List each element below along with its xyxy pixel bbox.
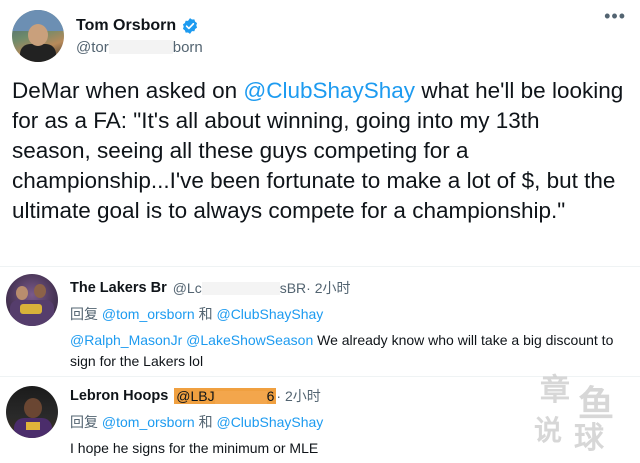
mention-link[interactable]: @ClubShayShay — [216, 414, 323, 430]
more-options-icon[interactable]: ••• — [604, 6, 626, 27]
mention-link[interactable]: @tom_orsborn — [102, 414, 195, 430]
reply-author-handle[interactable]: @LBJ 6 — [174, 388, 277, 404]
reply-timestamp[interactable]: · 2小时 — [306, 278, 350, 298]
mention-link[interactable]: @Ralph_MasonJr — [70, 332, 182, 348]
reply-author-name[interactable]: The Lakers Br — [70, 280, 167, 296]
reply-timestamp[interactable]: · 2小时 — [276, 386, 320, 406]
reply-author-handle[interactable]: @Lc sBR — [173, 280, 306, 296]
mention-link[interactable]: @LakeShowSeason — [186, 332, 313, 348]
author-name[interactable]: Tom Orsborn — [76, 17, 176, 35]
reply-avatar[interactable] — [6, 386, 58, 438]
tweet-text: DeMar when asked on @ClubShayShay what h… — [12, 78, 624, 223]
reply-author-name[interactable]: Lebron Hoops — [70, 388, 168, 404]
reply-item[interactable]: The Lakers Br @Lc sBR · 2小时 回复 @tom_orsb… — [0, 272, 640, 372]
mention-link[interactable]: @ClubShayShay — [243, 78, 415, 103]
verified-badge-icon — [183, 17, 198, 34]
redacted-area — [214, 390, 267, 404]
watermark-logo: 章 鱼 说 球 — [534, 373, 615, 456]
mention-link[interactable]: @tom_orsborn — [102, 306, 195, 322]
divider — [0, 266, 640, 267]
redacted-area — [201, 281, 280, 295]
replying-to: 回复 @tom_orsborn 和 @ClubShayShay — [70, 306, 324, 322]
author-avatar[interactable] — [12, 10, 64, 62]
mention-link[interactable]: @ClubShayShay — [216, 306, 323, 322]
tweet-header: Tom Orsborn @tor born — [12, 10, 203, 62]
reply-avatar[interactable] — [6, 274, 58, 326]
redacted-area — [108, 40, 173, 54]
author-handle[interactable]: @tor born — [76, 39, 203, 56]
